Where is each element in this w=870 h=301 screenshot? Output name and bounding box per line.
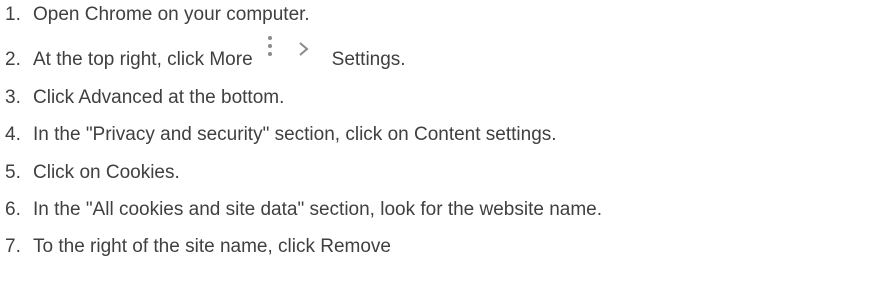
- step-text: To the right of the site name, click Rem…: [33, 236, 391, 257]
- step-number: 1.: [5, 4, 21, 25]
- step-6: 6. In the "All cookies and site data" se…: [0, 195, 602, 225]
- chevron-right-icon: [293, 42, 329, 75]
- step-3: 3. Click Advanced at the bottom.: [0, 83, 284, 113]
- step-number: 4.: [5, 124, 21, 145]
- step-2: 2. At the top right, click More Settings…: [0, 36, 406, 75]
- step-1: 1. Open Chrome on your computer.: [0, 0, 310, 30]
- step-number: 7.: [5, 236, 21, 257]
- step-number: 6.: [5, 199, 21, 220]
- step-text: In the "Privacy and security" section, c…: [33, 124, 557, 145]
- step-text-after: Settings.: [331, 49, 406, 70]
- step-text: In the "All cookies and site data" secti…: [33, 199, 603, 220]
- step-text: Open Chrome on your computer.: [33, 4, 310, 25]
- step-5: 5. Click on Cookies.: [0, 158, 180, 188]
- more-vertical-icon: [253, 36, 293, 75]
- step-4: 4. In the "Privacy and security" section…: [0, 120, 557, 150]
- step-number: 2.: [5, 49, 21, 70]
- step-text: At the top right, click More: [33, 49, 253, 70]
- step-7: 7. To the right of the site name, click …: [0, 232, 391, 262]
- step-number: 3.: [5, 87, 21, 108]
- step-number: 5.: [5, 162, 21, 183]
- step-text: Click on Cookies.: [33, 162, 180, 183]
- step-text: Click Advanced at the bottom.: [33, 87, 285, 108]
